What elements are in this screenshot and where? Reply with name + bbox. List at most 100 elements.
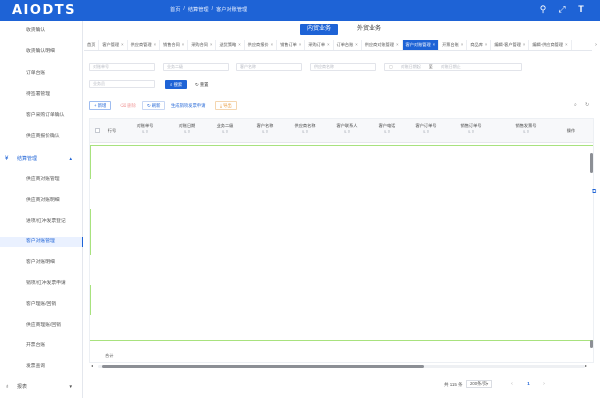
sort-filter-icon[interactable]: ⇅ ⊽	[289, 130, 321, 134]
page-tab[interactable]: 首页	[84, 40, 100, 50]
sort-filter-icon[interactable]: ⇅ ⊽	[331, 130, 363, 134]
refresh-button[interactable]: ↻ 刷新	[142, 101, 166, 110]
sort-filter-icon[interactable]: ⇅ ⊽	[130, 130, 160, 134]
close-icon[interactable]: ×	[121, 42, 123, 47]
close-icon[interactable]: ×	[396, 42, 398, 47]
sort-filter-icon[interactable]: ⇅ ⊽	[172, 130, 202, 134]
page-tab-active[interactable]: 客户对账管理 ×	[402, 40, 440, 50]
prev-page-button[interactable]: ‹	[508, 380, 516, 388]
close-icon[interactable]: ×	[182, 42, 184, 47]
select-all-checkbox[interactable]	[95, 128, 100, 133]
sidebar-item-order-ledger[interactable]: 订单台账	[0, 69, 83, 79]
breadcrumb-settlement[interactable]: 结算管理	[188, 6, 209, 13]
sidebar-item-receipt-detail[interactable]: 收货确认明细	[0, 47, 83, 57]
column-header[interactable]: 供应商名称 ⇅ ⊽	[289, 119, 321, 143]
close-icon[interactable]: ×	[433, 42, 435, 47]
supplier-name-input[interactable]: 供应商名称	[310, 63, 376, 71]
fullscreen-icon[interactable]: ⤢	[557, 4, 567, 15]
column-header[interactable]: 业务二级 ⇅ ⊽	[210, 119, 240, 143]
tab-domestic[interactable]: 内贸业务	[300, 24, 339, 35]
scrollbar-thumb[interactable]	[102, 365, 424, 368]
horizontal-scrollbar[interactable]	[98, 365, 585, 368]
column-header[interactable]: 销售发票号 ⇅ ⊽	[510, 119, 542, 143]
add-button[interactable]: + 新增	[89, 101, 112, 110]
search-icon[interactable]: ⚲	[538, 4, 548, 15]
sidebar-item-customer-reconcile-detail[interactable]: 客户对账明细	[0, 258, 83, 268]
close-icon[interactable]: ×	[210, 42, 212, 47]
close-icon[interactable]: ×	[485, 42, 487, 47]
column-header[interactable]: 销售订单号 ⇅ ⊽	[455, 119, 487, 143]
column-header[interactable]: 客户联系人 ⇅ ⊽	[331, 119, 363, 143]
page-tab[interactable]: 供应商报价 ×	[245, 40, 278, 50]
search-button[interactable]: ⌕ 搜索	[165, 80, 188, 89]
sidebar-item-output-invoice[interactable]: 销项/红冲发票申请	[0, 279, 83, 289]
sidebar-item-receipt-confirm[interactable]: 收货确认	[0, 26, 83, 36]
page-tab[interactable]: 送货策略 ×	[216, 40, 245, 50]
sidebar-item-invoice-query[interactable]: 发票查询	[0, 362, 83, 372]
close-icon[interactable]: ×	[523, 42, 525, 47]
page-tab[interactable]: 采购订单 ×	[305, 40, 334, 50]
page-tab[interactable]: 客户管理 ×	[99, 40, 128, 50]
close-icon[interactable]: ×	[565, 42, 567, 47]
sort-filter-icon[interactable]: ⇅ ⊽	[410, 130, 442, 134]
breadcrumb-home[interactable]: 首页	[170, 6, 180, 13]
sidebar-group-reports[interactable]: ♁ 报表 ▼	[0, 382, 83, 392]
generate-invoice-button[interactable]: 生成销项发票申请	[166, 101, 211, 110]
page-tab[interactable]: 订单台账 ×	[334, 40, 362, 50]
next-page-button[interactable]: ›	[540, 380, 548, 388]
column-header[interactable]: 对账日期 ⇅ ⊽	[172, 119, 202, 143]
page-tab[interactable]: 商品库 ×	[467, 40, 492, 50]
scrollbar-thumb-bottom[interactable]	[590, 340, 593, 348]
sidebar-item-invoice-ledger[interactable]: 开票台账	[0, 341, 83, 351]
scroll-right-icon[interactable]: ▸	[585, 363, 587, 368]
page-size-select[interactable]: 200条/页 ▼	[466, 380, 492, 388]
sidebar-item-customer-reconcile[interactable]: 客户对账管理	[0, 237, 83, 247]
vertical-scrollbar[interactable]	[590, 150, 593, 350]
sort-filter-icon[interactable]: ⇅ ⊽	[510, 130, 542, 134]
salesperson-input[interactable]: 业务员	[89, 80, 155, 88]
page-tab[interactable]: 采购合同 ×	[188, 40, 217, 50]
sidebar-item-pending-sign[interactable]: 待签署管理	[0, 90, 83, 100]
page-tab[interactable]: 供应商对账管理 ×	[362, 40, 403, 50]
sort-filter-icon[interactable]: ⇅ ⊽	[373, 130, 401, 134]
current-page[interactable]: 1	[524, 380, 533, 388]
column-header[interactable]: 对账单号 ⇅ ⊽	[130, 119, 160, 143]
reconcile-no-input[interactable]: 对账单号	[89, 63, 155, 71]
page-tab[interactable]: 供应商管理 ×	[128, 40, 161, 50]
page-tab[interactable]: 编辑-客户管理 ×	[491, 40, 530, 50]
sort-filter-icon[interactable]: ⇅ ⊽	[210, 130, 240, 134]
sidebar-item-supplier-reconcile-detail[interactable]: 供应商对账明细	[0, 196, 83, 206]
reset-button[interactable]: ↻ 重置	[190, 80, 214, 89]
delete-button[interactable]: ⌫ 删除	[115, 101, 141, 110]
sidebar-item-customer-po-confirm[interactable]: 客户采购订单确认	[0, 111, 83, 121]
tab-foreign[interactable]: 外贸业务	[350, 24, 388, 35]
refresh-table-icon[interactable]: ↻	[585, 102, 589, 108]
font-size-icon[interactable]: T	[576, 4, 586, 15]
sort-filter-icon[interactable]: ⇅ ⊽	[455, 130, 487, 134]
sidebar-item-supplier-writeoff[interactable]: 供应商理账/回销	[0, 321, 83, 331]
tabs-scroll-right-icon[interactable]: ›	[592, 40, 600, 51]
export-button[interactable]: ⤓ 导出	[215, 101, 237, 110]
scroll-left-icon[interactable]: ◂	[91, 363, 93, 368]
page-tab[interactable]: 销售订单 ×	[277, 40, 306, 50]
close-icon[interactable]: ×	[461, 42, 463, 47]
page-tab[interactable]: 开票台账 ×	[439, 40, 468, 50]
search-toggle-icon[interactable]: ⌕	[574, 102, 577, 108]
sidebar-item-customer-writeoff[interactable]: 客户理账/回销	[0, 300, 83, 310]
page-tab[interactable]: 销售合同 ×	[160, 40, 189, 50]
column-header[interactable]: 客户订单号 ⇅ ⊽	[410, 119, 442, 143]
sidebar-group-settlement[interactable]: ¥ 结算管理 ▲	[0, 154, 83, 164]
sort-filter-icon[interactable]: ⇅ ⊽	[250, 130, 280, 134]
close-icon[interactable]: ×	[299, 42, 301, 47]
reconcile-date-range[interactable]: ▢ 对账日期起 至 对账日期止	[384, 63, 522, 71]
customer-name-input[interactable]: 客户名称	[236, 63, 302, 71]
close-icon[interactable]: ×	[271, 42, 273, 47]
close-icon[interactable]: ×	[327, 42, 329, 47]
column-header[interactable]: 客户名称 ⇅ ⊽	[250, 119, 280, 143]
side-panel-toggle-icon[interactable]: ⧉	[592, 189, 600, 198]
business-level2-select[interactable]: 业务二级	[163, 63, 229, 71]
sidebar-item-supplier-quote-confirm[interactable]: 供应商报价确认	[0, 132, 83, 142]
sidebar-item-input-invoice[interactable]: 进项/红冲发票登记	[0, 217, 83, 227]
close-icon[interactable]: ×	[238, 42, 240, 47]
close-icon[interactable]: ×	[154, 42, 156, 47]
